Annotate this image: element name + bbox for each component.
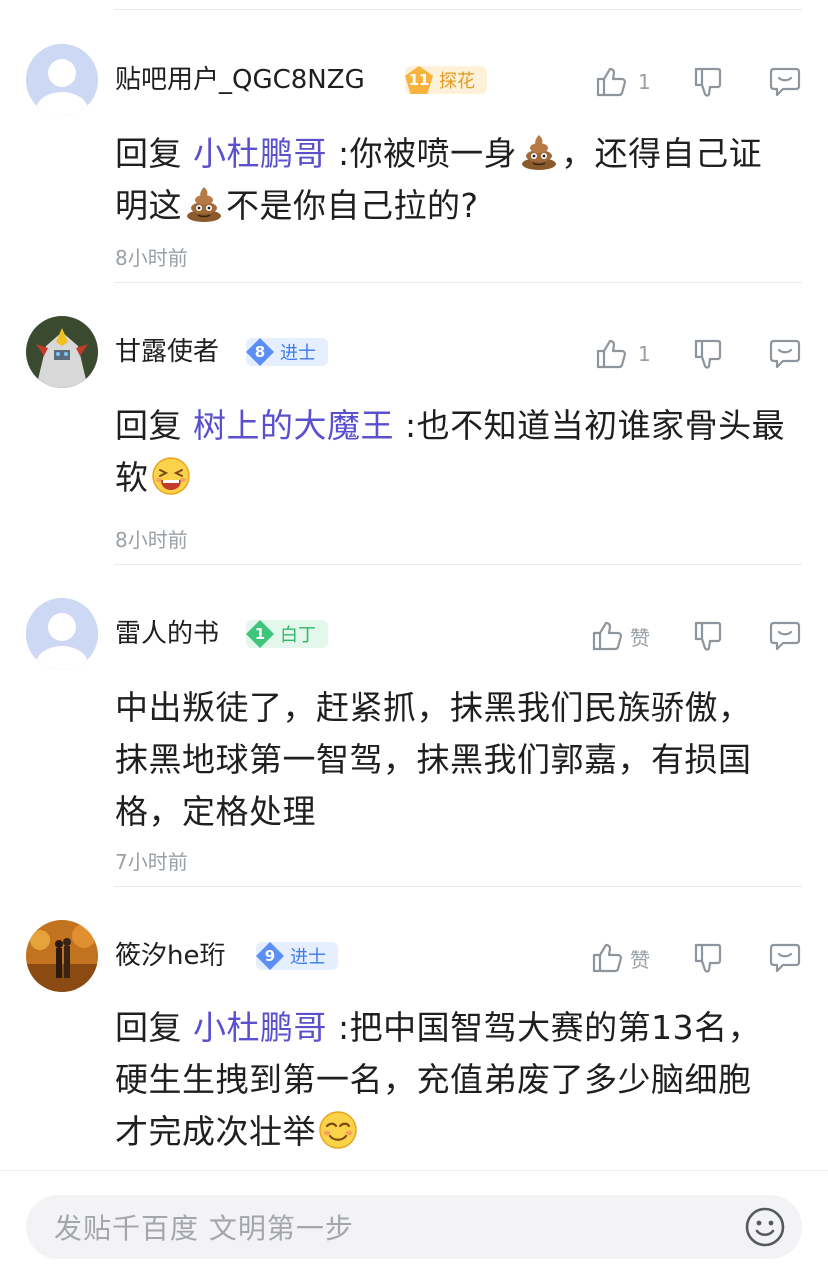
level-number: 9	[256, 942, 284, 970]
divider	[114, 282, 802, 283]
comment-text: 回复 小杜鹏哥 :你被喷一身 ，还得自己证 明这 不是你自己拉的?	[115, 128, 805, 232]
comment-actions: 赞	[590, 938, 802, 978]
avatar[interactable]	[26, 598, 98, 670]
like-count: 1	[638, 70, 651, 94]
comment-text-part: ，还得自己证	[561, 134, 763, 173]
badge-title: 探花	[439, 71, 475, 92]
like-button[interactable]: 赞	[590, 941, 662, 975]
level-number: 1	[246, 620, 274, 648]
post-input-placeholder: 发贴千百度 文明第一步	[54, 1212, 354, 1245]
avatar[interactable]	[26, 920, 98, 992]
thumbs-down-icon[interactable]	[692, 941, 726, 975]
reply-prefix: 回复	[115, 406, 182, 445]
level-number: 8	[246, 338, 274, 366]
badge-title: 进士	[290, 947, 326, 968]
thumbs-up-icon	[594, 65, 628, 99]
comment-text-part: 软	[115, 458, 149, 497]
mention-link[interactable]: 小杜鹏哥	[193, 1008, 327, 1047]
like-button[interactable]: 1	[594, 65, 662, 99]
timestamp: 8小时前	[115, 528, 188, 552]
level-badge: 1 白丁	[246, 620, 328, 648]
like-count: 1	[638, 342, 651, 366]
comment-text-part: :把中国智驾大赛的第13名，	[338, 1008, 762, 1047]
comment-text: 中出叛徒了，赶紧抓，抹黑我们民族骄傲， 抹黑地球第一智驾，抹黑我们郭嘉，有损国 …	[115, 682, 805, 838]
comment-item: 甘露使者 8 进士 1 回复 树上的大魔王 :也不知道当初谁家骨头最 软 8小时…	[0, 316, 828, 565]
comment-text-line: 抹黑地球第一智驾，抹黑我们郭嘉，有损国	[115, 740, 752, 779]
level-badge: 11 探花	[405, 66, 487, 94]
username[interactable]: 贴吧用户_QGC8NZG	[115, 64, 365, 96]
username[interactable]: 筱汐he珩	[115, 940, 225, 972]
reply-prefix: 回复	[115, 1008, 182, 1047]
comment-actions: 1	[594, 334, 802, 374]
username[interactable]: 雷人的书	[115, 618, 219, 650]
username[interactable]: 甘露使者	[115, 336, 219, 368]
comment-text: 回复 小杜鹏哥 :把中国智驾大赛的第13名， 硬生生拽到第一名，充值弟废了多少脑…	[115, 1002, 805, 1158]
level-badge: 8 进士	[246, 338, 328, 366]
comment-text-part: 才完成次壮举	[115, 1112, 316, 1151]
laughing-emoji-icon	[151, 456, 191, 496]
comment-item: 筱汐he珩 9 进士 赞 回复 小杜鹏哥 :把中国智驾大赛的第13名， 硬生生拽…	[0, 920, 828, 1170]
level-number: 11	[405, 66, 433, 94]
thumbs-up-icon	[594, 337, 628, 371]
reply-bubble-icon[interactable]	[768, 337, 802, 371]
comment-actions: 赞	[590, 616, 802, 656]
poop-emoji-icon	[184, 184, 224, 224]
level-badge: 9 进士	[256, 942, 338, 970]
thumbs-up-icon	[590, 941, 624, 975]
post-input[interactable]: 发贴千百度 文明第一步	[26, 1195, 802, 1259]
top-divider	[114, 9, 802, 10]
comment-text-part: :你被喷一身	[338, 134, 518, 173]
timestamp: 8小时前	[115, 246, 188, 270]
comment-item: 雷人的书 1 白丁 赞 中出叛徒了，赶紧抓，抹黑我们民族骄傲， 抹黑地球第一智驾…	[0, 598, 828, 887]
mention-link[interactable]: 小杜鹏哥	[193, 134, 327, 173]
comment-item: 贴吧用户_QGC8NZG 11 探花 1 回复 小杜鹏哥 :你被喷一身 ，还得自己…	[0, 44, 828, 283]
timestamp: 7小时前	[115, 850, 188, 874]
comment-text: 回复 树上的大魔王 :也不知道当初谁家骨头最 软	[115, 400, 805, 504]
thumbs-down-icon[interactable]	[692, 337, 726, 371]
like-button[interactable]: 1	[594, 337, 662, 371]
divider	[114, 564, 802, 565]
reply-bubble-icon[interactable]	[768, 941, 802, 975]
badge-title: 白丁	[280, 625, 316, 646]
comment-actions: 1	[594, 62, 802, 102]
comment-text-part: 不是你自己拉的?	[226, 186, 479, 225]
comment-text-line: 硬生生拽到第一名，充值弟废了多少脑细胞	[115, 1060, 752, 1099]
thumbs-down-icon[interactable]	[692, 65, 726, 99]
bottom-input-bar: 发贴千百度 文明第一步	[0, 1170, 828, 1283]
reply-bubble-icon[interactable]	[768, 619, 802, 653]
reply-bubble-icon[interactable]	[768, 65, 802, 99]
like-button[interactable]: 赞	[590, 619, 662, 653]
like-label: 赞	[630, 947, 650, 972]
avatar[interactable]	[26, 316, 98, 388]
comment-text-part: :也不知道当初谁家骨头最	[405, 406, 786, 445]
smug-emoji-icon	[318, 1110, 358, 1150]
reply-prefix: 回复	[115, 134, 182, 173]
like-label: 赞	[630, 625, 650, 650]
comment-text-part: 明这	[115, 186, 182, 225]
comment-text-line: 格，定格处理	[115, 792, 316, 831]
mention-link[interactable]: 树上的大魔王	[193, 406, 394, 445]
avatar[interactable]	[26, 44, 98, 116]
emoji-face-icon[interactable]	[744, 1206, 786, 1248]
divider	[114, 886, 802, 887]
thumbs-up-icon	[590, 619, 624, 653]
comment-text-line: 中出叛徒了，赶紧抓，抹黑我们民族骄傲，	[115, 688, 752, 727]
poop-emoji-icon	[519, 132, 559, 172]
thumbs-down-icon[interactable]	[692, 619, 726, 653]
badge-title: 进士	[280, 343, 316, 364]
